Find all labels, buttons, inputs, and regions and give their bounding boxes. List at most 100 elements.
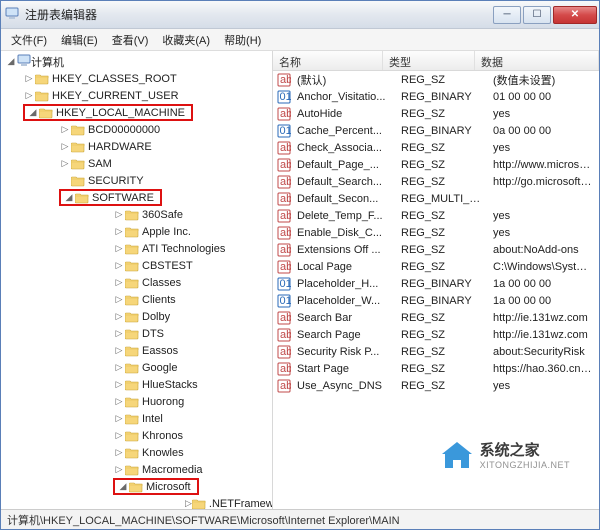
value-row[interactable]: (默认)REG_SZ(数值未设置) xyxy=(273,71,599,88)
value-row[interactable]: Start PageREG_SZhttps://hao.360.cn/?360x… xyxy=(273,360,599,377)
value-name: Search Page xyxy=(291,329,395,341)
tree-hklm[interactable]: ◢HKEY_LOCAL_MACHINE xyxy=(27,104,189,121)
close-button[interactable]: ✕ xyxy=(553,6,597,24)
registry-tree[interactable]: ◢ 计算机 ▷ HKEY_CLASSES_ROOT ▷HKEY_CURRENT_U… xyxy=(1,51,273,509)
expander-icon[interactable]: ▷ xyxy=(59,141,71,152)
expander-icon[interactable]: ▷ xyxy=(113,362,125,373)
tree-software[interactable]: ◢SOFTWARE xyxy=(63,189,158,206)
tree-sam[interactable]: ▷SAM xyxy=(59,155,272,172)
value-row[interactable]: Security Risk P...REG_SZabout:SecurityRi… xyxy=(273,343,599,360)
string-value-icon xyxy=(277,158,291,172)
value-row[interactable]: Local PageREG_SZC:\Windows\System32\blan xyxy=(273,258,599,275)
expander-icon[interactable]: ▷ xyxy=(113,260,125,271)
titlebar[interactable]: 注册表编辑器 ─ ☐ ✕ xyxy=(1,1,599,29)
tree-sw-microsoft[interactable]: ◢Microsoft xyxy=(117,478,195,495)
expander-icon[interactable]: ◢ xyxy=(117,481,129,492)
expander-icon[interactable]: ▷ xyxy=(113,379,125,390)
value-data: https://hao.360.cn/?360xf xyxy=(487,363,599,375)
value-row[interactable]: Check_Associa...REG_SZyes xyxy=(273,139,599,156)
string-value-icon xyxy=(277,226,291,240)
value-row[interactable]: Placeholder_W...REG_BINARY1a 00 00 00 xyxy=(273,292,599,309)
value-name: AutoHide xyxy=(291,108,395,120)
tree-sw-eassos[interactable]: ▷Eassos xyxy=(113,342,272,359)
minimize-button[interactable]: ─ xyxy=(493,6,521,24)
menu-help[interactable]: 帮助(H) xyxy=(218,30,267,50)
expander-icon[interactable]: ▷ xyxy=(23,73,35,84)
value-data: 1a 00 00 00 xyxy=(487,278,599,290)
value-row[interactable]: AutoHideREG_SZyes xyxy=(273,105,599,122)
value-row[interactable]: Search BarREG_SZhttp://ie.131wz.com xyxy=(273,309,599,326)
expander-icon[interactable]: ▷ xyxy=(185,498,192,509)
menu-favorites[interactable]: 收藏夹(A) xyxy=(156,30,216,50)
maximize-button[interactable]: ☐ xyxy=(523,6,551,24)
tree-sw-clients[interactable]: ▷ Clients xyxy=(113,291,272,308)
value-row[interactable]: Enable_Disk_C...REG_SZyes xyxy=(273,224,599,241)
value-data: (数值未设置) xyxy=(487,72,599,88)
value-name: (默认) xyxy=(291,72,395,88)
value-row[interactable]: Search PageREG_SZhttp://ie.131wz.com xyxy=(273,326,599,343)
tree-security[interactable]: SECURITY xyxy=(59,172,272,189)
value-name: Local Page xyxy=(291,261,395,273)
expander-icon[interactable]: ◢ xyxy=(27,107,39,118)
expander-icon[interactable]: ▷ xyxy=(113,430,125,441)
tree-sw-huorong[interactable]: ▷Huorong xyxy=(113,393,272,410)
tree-root-computer[interactable]: ◢ 计算机 xyxy=(5,53,272,70)
expander-icon[interactable]: ▷ xyxy=(113,226,125,237)
expander-icon[interactable]: ▷ xyxy=(113,294,125,305)
expander-icon[interactable]: ▷ xyxy=(113,447,125,458)
expander-icon[interactable]: ◢ xyxy=(63,192,75,203)
value-row[interactable]: Delete_Temp_F...REG_SZyes xyxy=(273,207,599,224)
menu-view[interactable]: 查看(V) xyxy=(106,30,155,50)
tree-ms-netfw[interactable]: ▷.NETFramework xyxy=(185,495,272,509)
value-row[interactable]: Default_Page_...REG_SZhttp://www.microso… xyxy=(273,156,599,173)
tree-sw-intel[interactable]: ▷Intel xyxy=(113,410,272,427)
tree-hkcu[interactable]: ▷HKEY_CURRENT_USER xyxy=(23,87,272,104)
col-header-type[interactable]: 类型 xyxy=(383,51,475,70)
tree-sw-dolby[interactable]: ▷Dolby xyxy=(113,308,272,325)
tree-sw-hlue[interactable]: ▷HlueStacks xyxy=(113,376,272,393)
expander-icon[interactable]: ▷ xyxy=(113,209,125,220)
tree-label: Clients xyxy=(142,294,176,306)
expander-icon[interactable]: ▷ xyxy=(113,464,125,475)
col-header-name[interactable]: 名称 xyxy=(273,51,383,70)
menu-file[interactable]: 文件(F) xyxy=(5,30,53,50)
value-row[interactable]: Cache_Percent...REG_BINARY0a 00 00 00 xyxy=(273,122,599,139)
value-type: REG_SZ xyxy=(395,210,487,222)
tree-label: HKEY_CLASSES_ROOT xyxy=(52,73,177,85)
expander-icon[interactable]: ▷ xyxy=(113,328,125,339)
expander-icon[interactable]: ▷ xyxy=(23,90,35,101)
tree-sw-macromedia[interactable]: ▷Macromedia xyxy=(113,461,272,478)
tree-sw-s360[interactable]: ▷360Safe xyxy=(113,206,272,223)
value-row[interactable]: Extensions Off ...REG_SZabout:NoAdd-ons xyxy=(273,241,599,258)
expander-icon[interactable]: ▷ xyxy=(113,277,125,288)
col-header-data[interactable]: 数据 xyxy=(475,51,599,70)
watermark-title: 系统之家 xyxy=(480,439,570,460)
tree-sw-dts[interactable]: ▷DTS xyxy=(113,325,272,342)
expander-icon[interactable]: ▷ xyxy=(113,413,125,424)
value-row[interactable]: Default_Search...REG_SZhttp://go.microso… xyxy=(273,173,599,190)
tree-bcd[interactable]: ▷BCD00000000 xyxy=(59,121,272,138)
tree-hardware[interactable]: ▷HARDWARE xyxy=(59,138,272,155)
tree-sw-cbs[interactable]: ▷ CBSTEST xyxy=(113,257,272,274)
expander-icon[interactable]: ▷ xyxy=(113,243,125,254)
value-row[interactable]: Anchor_Visitatio...REG_BINARY01 00 00 00 xyxy=(273,88,599,105)
tree-sw-khronos[interactable]: ▷Khronos xyxy=(113,427,272,444)
expander-icon[interactable]: ▷ xyxy=(113,345,125,356)
value-row[interactable]: Use_Async_DNSREG_SZyes xyxy=(273,377,599,394)
expander-icon[interactable]: ▷ xyxy=(113,311,125,322)
expander-icon[interactable]: ▷ xyxy=(59,158,71,169)
tree-sw-ati[interactable]: ▷ATI Technologies xyxy=(113,240,272,257)
expander-icon[interactable]: ▷ xyxy=(113,396,125,407)
value-row[interactable]: Default_Secon...REG_MULTI_SZ xyxy=(273,190,599,207)
expander-icon[interactable]: ◢ xyxy=(5,56,17,67)
value-row[interactable]: Placeholder_H...REG_BINARY1a 00 00 00 xyxy=(273,275,599,292)
expander-icon[interactable]: ▷ xyxy=(59,124,71,135)
menu-edit[interactable]: 编辑(E) xyxy=(55,30,104,50)
tree-hkcr[interactable]: ▷ HKEY_CLASSES_ROOT xyxy=(23,70,272,87)
tree-sw-classes[interactable]: ▷Classes xyxy=(113,274,272,291)
list-header: 名称 类型 数据 xyxy=(273,51,599,71)
tree-label: CBSTEST xyxy=(142,260,193,272)
tree-sw-knowles[interactable]: ▷Knowles xyxy=(113,444,272,461)
tree-sw-apple[interactable]: ▷Apple Inc. xyxy=(113,223,272,240)
tree-sw-google[interactable]: ▷Google xyxy=(113,359,272,376)
